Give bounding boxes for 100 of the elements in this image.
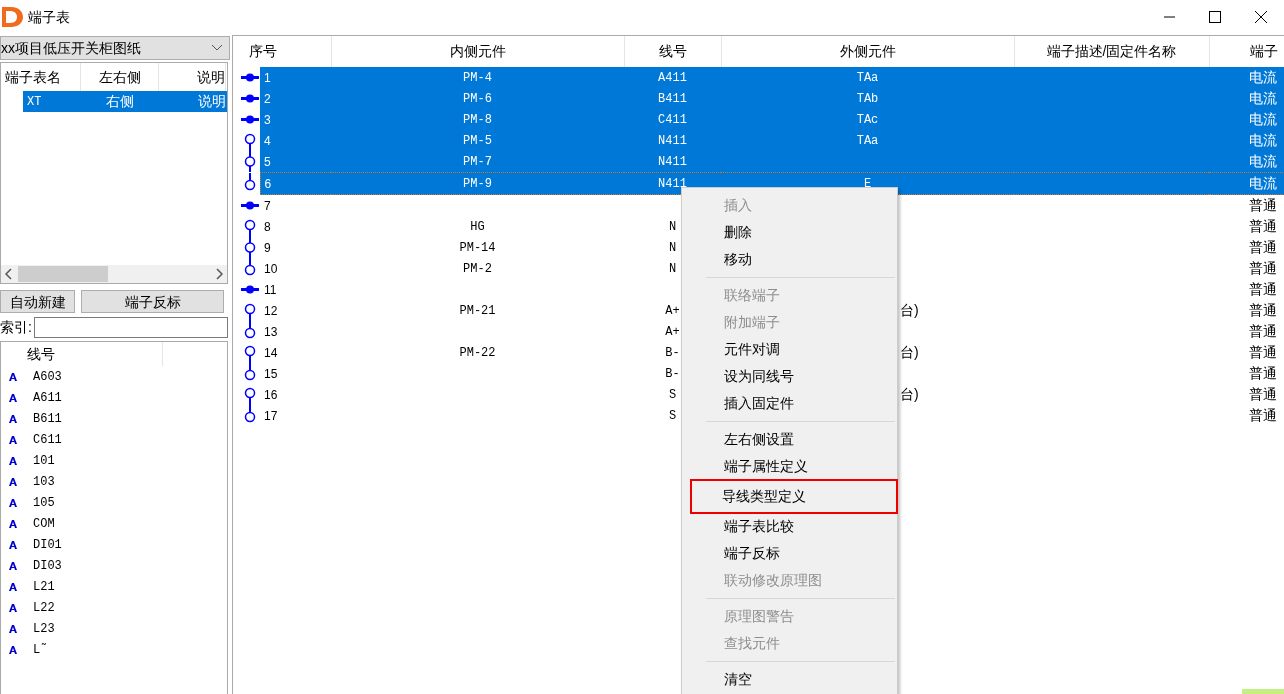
table-cell: N411 bbox=[658, 154, 687, 169]
row-number-cell[interactable]: 2 bbox=[260, 88, 331, 109]
wire-number[interactable]: DI01 bbox=[33, 535, 62, 554]
table-cell: N bbox=[668, 261, 677, 276]
menu-item[interactable]: 插入固定件 bbox=[684, 390, 895, 417]
table-cell: C411 bbox=[658, 112, 687, 127]
table-cell: B411 bbox=[658, 91, 687, 106]
scroll-right-icon[interactable] bbox=[216, 268, 223, 280]
wire-label-icon bbox=[9, 540, 17, 549]
table-cell: TAa bbox=[856, 133, 879, 148]
wire-number[interactable]: 105 bbox=[33, 493, 55, 512]
table-cell-text: XT bbox=[26, 93, 43, 111]
wire-number[interactable]: COM bbox=[33, 514, 55, 533]
table-cell: 台) bbox=[900, 386, 919, 402]
row-number-cell[interactable]: 12 bbox=[260, 300, 331, 321]
table-cell: 普通 bbox=[1249, 281, 1277, 297]
table-list-row[interactable]: XT 右侧 说明 bbox=[23, 91, 227, 112]
wire-label-icon bbox=[9, 645, 17, 654]
table-cell-text: 说明 bbox=[197, 92, 226, 111]
table-cell: 普通 bbox=[1249, 344, 1277, 360]
table-cell: 电流 bbox=[1249, 175, 1277, 191]
row-number-cell[interactable]: 7 bbox=[260, 194, 331, 216]
column-header: 线号 bbox=[27, 344, 55, 364]
menu-item[interactable]: 端子反标 bbox=[684, 540, 895, 567]
app-logo-icon bbox=[0, 4, 24, 30]
wire-number[interactable]: A603 bbox=[33, 367, 62, 386]
row-number-cell[interactable]: 13 bbox=[260, 321, 331, 342]
wire-number[interactable]: C611 bbox=[33, 430, 62, 449]
row-number-cell[interactable]: 16 bbox=[260, 384, 331, 405]
index-field[interactable] bbox=[33, 316, 228, 338]
row-number-cell[interactable]: 8 bbox=[260, 216, 331, 237]
scroll-thumb[interactable] bbox=[18, 266, 108, 282]
menu-item[interactable]: 端子属性定义 bbox=[684, 453, 895, 480]
wire-label-icon bbox=[9, 435, 17, 444]
wire-number[interactable]: 101 bbox=[33, 451, 55, 470]
table-cell: N411 bbox=[658, 133, 687, 148]
row-number-cell[interactable]: 5 bbox=[260, 151, 331, 173]
wire-number[interactable]: A611 bbox=[33, 388, 62, 407]
wire-number[interactable]: 103 bbox=[33, 472, 55, 491]
chevron-down-icon bbox=[211, 44, 223, 52]
table-cell: 电流 bbox=[1249, 69, 1277, 85]
row-number-cell[interactable]: 14 bbox=[260, 342, 331, 363]
row-number-cell[interactable]: 15 bbox=[260, 363, 331, 384]
table-cell: 普通 bbox=[1249, 386, 1277, 402]
drawing-dropdown[interactable]: xx项目低压开关柜图纸 bbox=[0, 36, 230, 60]
wire-number[interactable]: L21 bbox=[33, 577, 55, 596]
table-cell: 电流 bbox=[1249, 90, 1277, 106]
wire-number[interactable]: DI03 bbox=[33, 556, 62, 575]
row-number-cell[interactable]: 6 bbox=[260, 172, 331, 195]
scroll-left-icon[interactable] bbox=[5, 268, 12, 280]
table-cell: 普通 bbox=[1249, 197, 1277, 213]
index-label: 索引: bbox=[0, 317, 32, 337]
table-cell: PM-22 bbox=[459, 345, 496, 360]
menu-item[interactable]: 设为同线号 bbox=[684, 363, 895, 390]
menu-item[interactable]: 清空 bbox=[684, 666, 895, 693]
wire-label-icon bbox=[9, 372, 17, 381]
action-button[interactable]: 自动新建 bbox=[0, 290, 75, 313]
maximize-icon bbox=[1209, 11, 1221, 23]
wire-label-icon bbox=[9, 393, 17, 402]
table-cell: 电流 bbox=[1249, 153, 1277, 169]
menu-item[interactable]: 导线类型定义 bbox=[691, 480, 897, 513]
window-title: 端子表 bbox=[28, 7, 70, 27]
table-cell: TAc bbox=[856, 112, 879, 127]
table-cell: N411 bbox=[658, 176, 687, 191]
table-cell: PM-7 bbox=[463, 154, 492, 169]
row-number-cell[interactable]: 9 bbox=[260, 237, 331, 258]
table-cell: B- bbox=[665, 366, 680, 381]
wire-label-icon bbox=[9, 603, 17, 612]
table-cell: PM-6 bbox=[463, 91, 492, 106]
table-cell: 普通 bbox=[1249, 260, 1277, 276]
row-number-cell[interactable]: 10 bbox=[260, 258, 331, 279]
horizontal-scrollbar[interactable] bbox=[1, 265, 227, 283]
wire-label-icon bbox=[9, 582, 17, 591]
wire-number[interactable]: L22 bbox=[33, 598, 55, 617]
table-cell: 普通 bbox=[1249, 218, 1277, 234]
wire-number[interactable]: B611 bbox=[33, 409, 62, 428]
table-cell-text: 右侧 bbox=[105, 92, 135, 111]
table-cell: 台) bbox=[900, 302, 919, 318]
menu-item[interactable]: 元件对调 bbox=[684, 336, 895, 363]
menu-item[interactable]: 端子表比较 bbox=[684, 513, 895, 540]
wire-number[interactable]: L23 bbox=[33, 619, 55, 638]
wire-number[interactable]: L˜ bbox=[33, 640, 48, 659]
wire-label-icon bbox=[9, 456, 17, 465]
wire-label-icon bbox=[9, 477, 17, 486]
table-cell: 普通 bbox=[1249, 239, 1277, 255]
menu-item[interactable]: 移动 bbox=[684, 246, 895, 273]
table-cell: 台) bbox=[900, 344, 919, 360]
row-number-cell[interactable]: 1 bbox=[260, 67, 331, 88]
row-number-cell[interactable]: 4 bbox=[260, 130, 331, 151]
row-number-cell[interactable]: 3 bbox=[260, 109, 331, 130]
action-button[interactable]: 端子反标 bbox=[81, 290, 224, 313]
table-cell: 普通 bbox=[1249, 302, 1277, 318]
menu-item[interactable]: 删除 bbox=[684, 219, 895, 246]
row-number-cell[interactable]: 11 bbox=[260, 279, 331, 300]
table-cell: TAa bbox=[856, 70, 879, 85]
wire-label-icon bbox=[9, 519, 17, 528]
table-cell: PM-21 bbox=[459, 303, 496, 318]
table-cell: 电流 bbox=[1249, 132, 1277, 148]
row-number-cell[interactable]: 17 bbox=[260, 405, 331, 426]
menu-item[interactable]: 左右侧设置 bbox=[684, 426, 895, 453]
